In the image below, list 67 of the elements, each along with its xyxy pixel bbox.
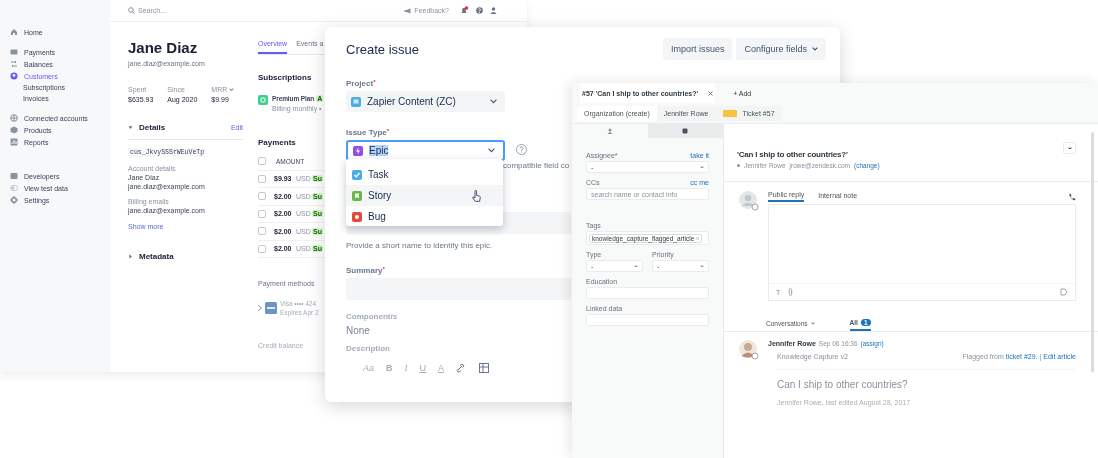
chart-icon <box>10 138 18 146</box>
toggle-icon[interactable] <box>10 185 18 191</box>
caret-icon <box>634 264 638 268</box>
settings-icon <box>10 196 18 204</box>
project-select[interactable]: Zapier Content (ZC) <box>346 91 505 112</box>
search-icon <box>128 7 135 14</box>
menu-button[interactable]: Configure fields <box>736 38 826 60</box>
checkbox[interactable] <box>258 209 266 218</box>
field-value: None <box>346 325 370 336</box>
section-title: Subscriptions <box>258 73 313 82</box>
help-text: compatible field co <box>503 161 570 170</box>
close-icon[interactable] <box>696 236 700 240</box>
help-icon[interactable] <box>516 143 527 155</box>
table-icon[interactable] <box>479 363 490 373</box>
caret-icon <box>700 165 704 169</box>
button[interactable]: Import issues <box>662 38 733 60</box>
paperclip-icon[interactable] <box>788 288 794 296</box>
help-icon[interactable] <box>476 7 483 14</box>
caret-icon <box>488 148 495 153</box>
plan-icon <box>258 95 268 105</box>
phone-icon[interactable] <box>1068 192 1076 201</box>
caret-icon <box>812 47 818 51</box>
issue-type-select[interactable]: Epic <box>346 140 505 161</box>
dialog-title: Create issue <box>346 41 419 57</box>
globe-icon <box>10 114 18 122</box>
section-title: Metadata <box>139 252 174 261</box>
field-label: Component/s <box>346 312 398 321</box>
close-icon[interactable] <box>708 90 714 96</box>
article-title: Can I ship to other countries? <box>777 379 909 390</box>
caret-icon[interactable] <box>128 254 133 259</box>
section-title: Details <box>139 123 166 132</box>
checkbox[interactable] <box>258 157 266 166</box>
caret-icon[interactable] <box>128 125 133 130</box>
checkbox[interactable] <box>258 192 266 201</box>
dropdown-option[interactable]: Bug <box>346 206 503 227</box>
home-icon <box>10 28 18 36</box>
status-icon <box>722 109 737 117</box>
hand-cursor-icon <box>472 190 481 202</box>
caret-icon <box>490 99 497 104</box>
customer-name: Jane Diaz <box>128 39 199 56</box>
help-text: Provide a short name to identify this epic. <box>346 241 493 250</box>
epic-icon <box>353 145 363 156</box>
screen-icon <box>10 172 18 180</box>
checkbox[interactable] <box>258 174 266 183</box>
megaphone-icon <box>404 7 412 14</box>
card-icon <box>265 302 277 314</box>
field-label: Description <box>346 344 390 353</box>
avatar-icon <box>739 191 759 211</box>
menu-button[interactable] <box>1063 142 1076 154</box>
caret-icon <box>700 264 704 268</box>
checkbox[interactable] <box>258 244 266 253</box>
panel-tab[interactable] <box>647 124 723 138</box>
project-icon <box>351 96 361 107</box>
caret-icon <box>810 322 815 325</box>
ticket-subject: 'Can I ship to other countries?' <box>737 150 849 159</box>
caret-icon <box>1067 146 1072 150</box>
bell-icon[interactable] <box>460 6 469 15</box>
input-field[interactable] <box>346 278 571 300</box>
dropdown-option[interactable]: Story <box>346 185 503 206</box>
avatar-icon <box>739 340 759 360</box>
section-title: Payments <box>258 138 297 147</box>
dropdown-option[interactable]: Task <box>346 164 503 185</box>
checkbox[interactable] <box>258 227 266 236</box>
cube-icon <box>10 126 18 134</box>
caret-icon <box>229 88 235 91</box>
card-icon <box>10 48 18 56</box>
chevron-icon <box>258 305 262 311</box>
